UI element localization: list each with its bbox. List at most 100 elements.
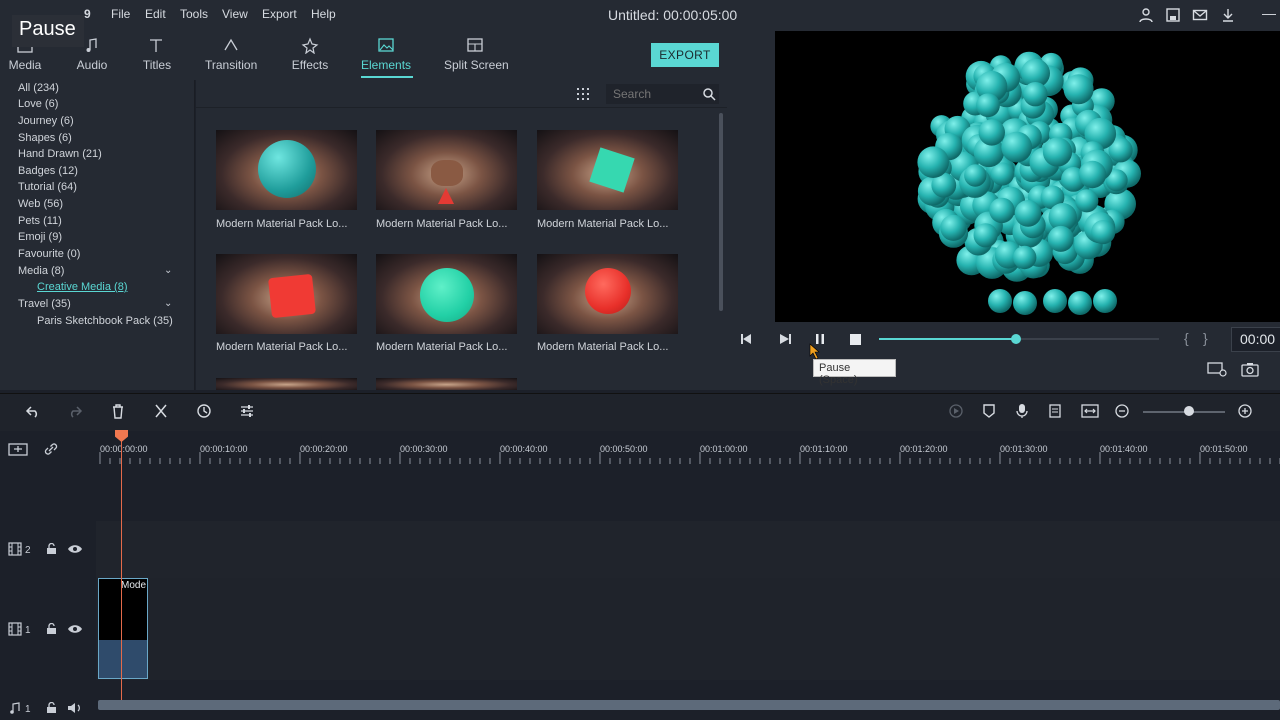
element-thumbnail[interactable]	[537, 254, 678, 334]
element-thumbnail[interactable]	[376, 130, 517, 210]
element-thumbnail[interactable]	[216, 254, 357, 334]
save-icon[interactable]	[1165, 7, 1181, 23]
teal-sphere	[420, 268, 474, 322]
stop-icon[interactable]	[849, 333, 862, 346]
logo-icon: 9	[84, 7, 91, 21]
video-track-icon	[8, 622, 22, 636]
zoom-slider-handle[interactable]	[1184, 406, 1194, 416]
category-item[interactable]: Badges (12)	[18, 165, 78, 177]
tab-titles-label: Titles	[142, 58, 172, 72]
menu-help[interactable]: Help	[311, 7, 336, 21]
text-icon	[150, 39, 162, 52]
menu-export[interactable]: Export	[262, 7, 297, 21]
element-label: Modern Material Pack Lo...	[376, 218, 508, 230]
fit-timeline-icon[interactable]	[1081, 403, 1099, 419]
render-preview-icon[interactable]	[947, 403, 965, 419]
category-item[interactable]: Favourite (0)	[18, 248, 80, 260]
menu-view[interactable]: View	[222, 7, 248, 21]
video-track-1[interactable]	[96, 578, 1280, 680]
ruler-label: 00:01:00:00	[700, 444, 748, 454]
play-icon[interactable]	[776, 332, 792, 346]
element-thumbnail[interactable]	[216, 378, 357, 390]
lock-icon[interactable]	[46, 623, 57, 635]
eye-icon[interactable]	[67, 543, 83, 555]
speed-icon[interactable]	[196, 403, 212, 419]
category-item[interactable]: Pets (11)	[18, 215, 62, 227]
microphone-icon[interactable]	[1015, 403, 1029, 419]
timeline-scrollbar[interactable]	[98, 700, 1280, 710]
brown-shape	[431, 160, 463, 186]
playhead-line[interactable]	[121, 440, 122, 700]
category-item[interactable]: Web (56)	[18, 198, 63, 210]
menu-tools[interactable]: Tools	[180, 7, 208, 21]
redo-icon[interactable]	[67, 404, 83, 418]
tab-transition[interactable]: Transition	[205, 36, 257, 72]
undo-icon[interactable]	[25, 404, 41, 418]
category-item[interactable]: Journey (6)	[18, 115, 74, 127]
category-item[interactable]: Tutorial (64)	[18, 181, 77, 193]
ruler-label: 00:00:00:00	[100, 444, 148, 454]
voiceover-icon[interactable]	[1048, 403, 1064, 419]
mail-icon[interactable]	[1192, 7, 1208, 23]
link-icon[interactable]	[43, 441, 59, 457]
grid-scrollbar[interactable]	[719, 113, 723, 311]
category-item[interactable]: Travel (35)	[18, 298, 71, 310]
mark-in-icon[interactable]: {	[1184, 330, 1189, 346]
download-icon[interactable]	[1220, 7, 1236, 23]
ruler-label: 00:00:50:00	[600, 444, 648, 454]
clip-audio-waveform	[99, 640, 147, 678]
category-item[interactable]: Shapes (6)	[18, 132, 72, 144]
tab-titles[interactable]: Titles	[142, 36, 172, 72]
marker-icon[interactable]	[982, 403, 996, 419]
user-icon[interactable]	[1138, 7, 1154, 23]
mouse-cursor-icon	[809, 343, 820, 359]
search-icon[interactable]	[702, 87, 716, 101]
track-number: 1	[25, 704, 31, 715]
element-thumbnail[interactable]	[376, 378, 517, 390]
delete-icon[interactable]	[111, 403, 125, 419]
ruler-label: 00:01:40:00	[1100, 444, 1148, 454]
preview-viewport	[775, 31, 1280, 322]
tab-split-screen[interactable]: Split Screen	[444, 36, 509, 72]
video-track-2[interactable]	[96, 521, 1280, 578]
category-item[interactable]: Media (8)	[18, 265, 64, 277]
menu-file[interactable]: File	[111, 7, 130, 21]
zoom-in-icon[interactable]	[1238, 404, 1252, 418]
lock-icon[interactable]	[46, 702, 57, 714]
speaker-icon[interactable]	[67, 702, 83, 714]
chevron-down-icon[interactable]: ⌄	[164, 265, 172, 276]
snapshot-icon[interactable]	[1241, 361, 1259, 377]
zoom-out-icon[interactable]	[1115, 404, 1129, 418]
minimize-icon[interactable]: —	[1262, 5, 1276, 21]
category-item[interactable]: Hand Drawn (21)	[18, 148, 102, 160]
tab-elements[interactable]: Elements	[361, 36, 411, 72]
cut-icon[interactable]	[153, 403, 169, 419]
element-thumbnail[interactable]	[216, 130, 357, 210]
lock-icon[interactable]	[46, 543, 57, 555]
tab-effects[interactable]: Effects	[291, 36, 329, 72]
display-settings-icon[interactable]	[1207, 361, 1227, 377]
menu-edit[interactable]: Edit	[145, 7, 166, 21]
chevron-down-icon[interactable]: ⌄	[164, 298, 172, 309]
eye-icon[interactable]	[67, 623, 83, 635]
category-item[interactable]: Emoji (9)	[18, 231, 62, 243]
category-item-active[interactable]: Creative Media (8)	[37, 281, 127, 293]
add-track-icon[interactable]	[8, 441, 28, 457]
element-thumbnail[interactable]	[537, 130, 678, 210]
adjust-icon[interactable]	[239, 403, 255, 419]
window-title: Untitled: 00:00:05:00	[608, 7, 737, 23]
element-thumbnail[interactable]	[376, 254, 517, 334]
mark-out-icon[interactable]: }	[1203, 330, 1208, 346]
previous-frame-icon[interactable]	[739, 332, 755, 346]
category-item[interactable]: Love (6)	[18, 98, 58, 110]
category-panel: All (234) Love (6) Journey (6) Shapes (6…	[0, 80, 195, 390]
category-item[interactable]: Paris Sketchbook Pack (35)	[37, 315, 173, 327]
tooltip: Pause (Space)	[813, 359, 896, 386]
category-item[interactable]: All (234)	[18, 82, 59, 94]
tab-media-label: Media	[8, 58, 42, 72]
clip-label: Mode	[121, 580, 147, 591]
progress-fill	[879, 338, 1017, 340]
export-button[interactable]: EXPORT	[651, 43, 719, 67]
grid-view-icon[interactable]	[576, 87, 590, 101]
ruler-label: 00:01:20:00	[900, 444, 948, 454]
